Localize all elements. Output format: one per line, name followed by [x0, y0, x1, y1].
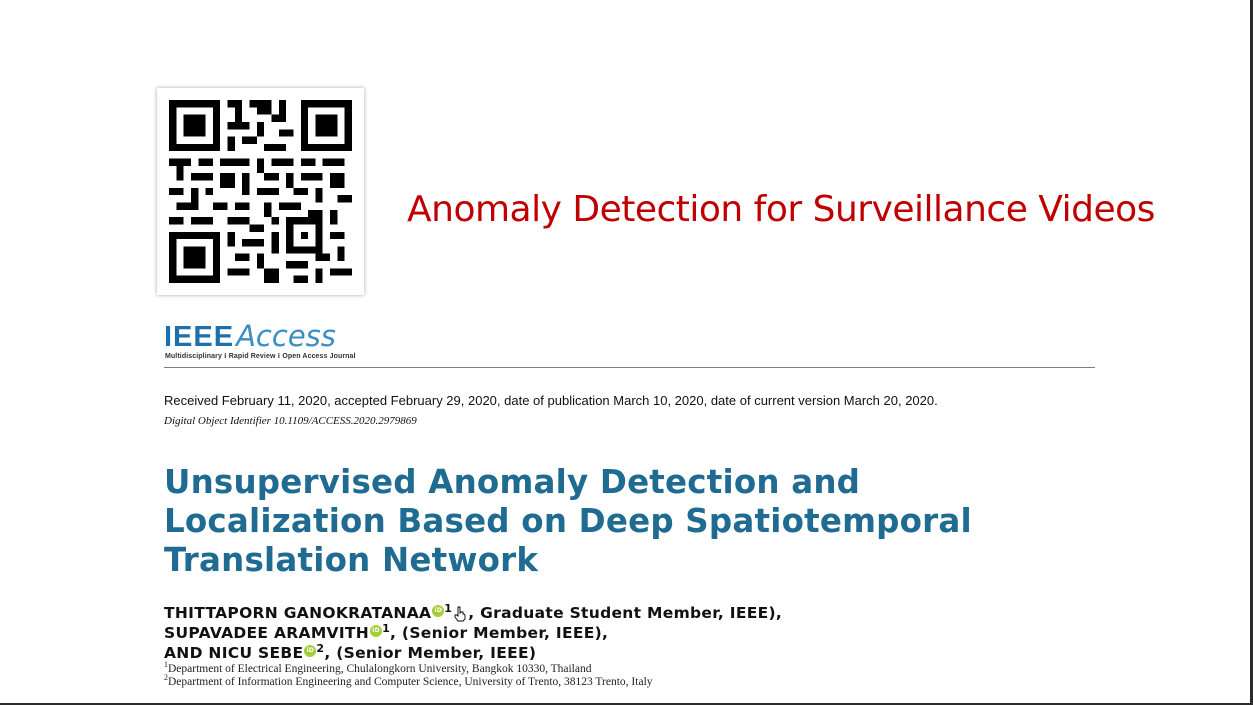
author-line: THITTAPORN GANOKRATANAA iD 1 , Graduate Stu… [164, 602, 782, 622]
qr-code-card [157, 88, 364, 295]
author-name: THITTAPORN GANOKRATANAA [164, 604, 432, 623]
qr-code-icon [169, 100, 352, 283]
author-role: , (Senior Member, IEEE), [390, 624, 609, 643]
author-role: , Graduate Student Member, IEEE), [468, 604, 783, 623]
journal-name-access: Access [236, 319, 336, 353]
doi: Digital Object Identifier 10.1109/ACCESS… [164, 415, 417, 427]
slide: Anomaly Detection for Surveillance Video… [0, 0, 1253, 705]
author-name: SUPAVADEE ARAMVITH [164, 624, 370, 643]
hand-cursor-icon [454, 606, 466, 622]
affiliation-text: Department of Information Engineering an… [168, 675, 653, 688]
orcid-icon[interactable]: iD [370, 625, 383, 637]
affiliation-number: 1 [382, 622, 391, 635]
paper-title-line: Unsupervised Anomaly Detection and [164, 463, 861, 501]
affiliation-number: 1 [444, 602, 453, 615]
journal-logo: IEEEAccess Multidisciplinary ⁝ Rapid Rev… [164, 320, 394, 364]
journal-tagline: Multidisciplinary ⁝ Rapid Review ⁝ Open … [165, 353, 356, 360]
journal-name-ieee: IEEE [164, 321, 235, 353]
paper-title-line: Localization Based on Deep Spatiotempora… [164, 502, 972, 540]
header-divider [164, 367, 1095, 368]
author-line: SUPAVADEE ARAMVITH iD 1, (Senior Member, I… [164, 622, 608, 642]
paper-title: Unsupervised Anomaly Detection and Local… [164, 463, 1064, 580]
paper-title-line: Translation Network [164, 541, 539, 579]
affiliation: 2Department of Information Engineering a… [164, 673, 653, 688]
orcid-icon[interactable]: iD [432, 605, 445, 617]
slide-title: Anomaly Detection for Surveillance Video… [407, 189, 1155, 230]
paper-header: IEEEAccess Multidisciplinary ⁝ Rapid Rev… [164, 320, 1099, 700]
received-dates: Received February 11, 2020, accepted Feb… [164, 393, 938, 408]
orcid-icon[interactable]: iD [304, 645, 317, 657]
journal-name: IEEEAccess [164, 320, 336, 353]
